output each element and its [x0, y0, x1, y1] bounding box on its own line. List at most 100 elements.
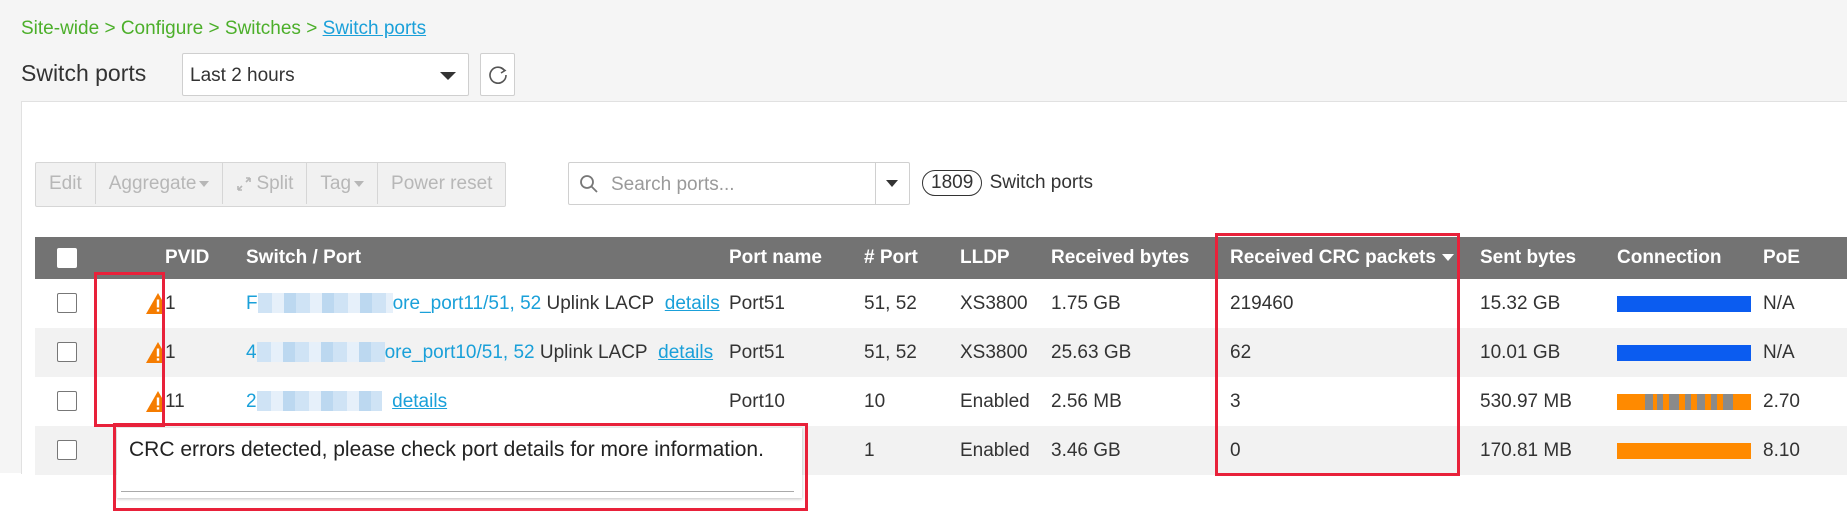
switch-prefix: F: [246, 292, 258, 314]
tag-label: Tag: [320, 173, 352, 194]
warning-icon[interactable]: [145, 292, 165, 315]
crc-warning-tooltip: CRC errors detected, please check port d…: [117, 428, 802, 498]
port-name-cell: Port51: [729, 328, 864, 377]
switch-port-link[interactable]: 2: [246, 391, 382, 412]
received-bytes-cell: 1.75 GB: [1051, 279, 1230, 328]
received-bytes-cell: 2.56 MB: [1051, 377, 1230, 426]
warning-icon[interactable]: [145, 390, 165, 413]
connection-cell: [1617, 328, 1763, 377]
port-number-cell: 1: [864, 426, 960, 475]
breadcrumb-current[interactable]: Switch ports: [323, 18, 426, 39]
received-bytes-cell: 3.46 GB: [1051, 426, 1230, 475]
column-header-received-bytes[interactable]: Received bytes: [1051, 237, 1230, 279]
row-checkbox[interactable]: [57, 293, 77, 314]
column-header-pvid[interactable]: PVID: [165, 237, 246, 279]
port-number-cell: 10: [864, 377, 960, 426]
table-row[interactable]: 1 Fore_port11/51, 52 Uplink LACP details…: [35, 279, 1847, 328]
port-actions-toolbar: Edit Aggregate Split Tag Power reset: [35, 162, 507, 207]
aggregate-button[interactable]: Aggregate: [96, 163, 224, 204]
lldp-cell: Enabled: [960, 377, 1051, 426]
column-header-switch-port[interactable]: Switch / Port: [246, 237, 729, 279]
column-header-sent-bytes[interactable]: Sent bytes: [1480, 237, 1617, 279]
switch-prefix: 2: [246, 390, 257, 412]
dropdown-caret-icon: [354, 180, 365, 187]
switch-port-cell: 2 details: [246, 377, 729, 426]
time-range-value: Last 2 hours: [190, 65, 295, 86]
port-name-cell: Port10: [729, 377, 864, 426]
sort-descending-icon: [1441, 254, 1454, 262]
sent-bytes-cell: 15.32 GB: [1480, 279, 1617, 328]
received-crc-cell: 62: [1230, 328, 1480, 377]
power-reset-button[interactable]: Power reset: [378, 163, 505, 204]
breadcrumb-separator: >: [104, 18, 116, 39]
connection-bar: [1617, 344, 1751, 361]
row-checkbox[interactable]: [57, 391, 77, 412]
details-link[interactable]: details: [392, 391, 447, 412]
status-header: [100, 237, 165, 279]
port-name-cell: Port51: [729, 279, 864, 328]
sent-bytes-cell: 10.01 GB: [1480, 328, 1617, 377]
pvid-cell: 1: [165, 279, 246, 328]
warning-icon[interactable]: [145, 341, 165, 364]
redacted-switch-name: [257, 293, 393, 314]
connection-cell: [1617, 426, 1763, 475]
table-header-row: PVID Switch / Port Port name # Port LLDP…: [35, 237, 1847, 279]
tag-button[interactable]: Tag: [307, 163, 379, 204]
connection-cell: [1617, 377, 1763, 426]
lldp-cell: XS3800: [960, 328, 1051, 377]
table-row[interactable]: 1 4 ore_port10/51, 52 Uplink LACP details…: [35, 328, 1847, 377]
page-title: Switch ports: [21, 60, 147, 86]
breadcrumb-item-switches[interactable]: Switches: [225, 18, 301, 39]
switch-port-link[interactable]: 4 ore_port10/51, 52: [246, 342, 535, 363]
column-header-port-number[interactable]: # Port: [864, 237, 960, 279]
switch-port-cell: 4 ore_port10/51, 52 Uplink LACP details: [246, 328, 729, 377]
breadcrumb-item-configure[interactable]: Configure: [121, 18, 203, 39]
breadcrumb-item-site-wide[interactable]: Site-wide: [21, 18, 99, 39]
sent-bytes-cell: 170.81 MB: [1480, 426, 1617, 475]
refresh-button[interactable]: [480, 53, 515, 96]
edit-label: Edit: [49, 173, 82, 194]
table-row[interactable]: 11 2 details Port10 10 Enabled 2.56 MB 3…: [35, 377, 1847, 426]
port-count-badge: 1809: [922, 170, 983, 196]
column-header-lldp[interactable]: LLDP: [960, 237, 1051, 279]
column-header-poe[interactable]: PoE: [1763, 237, 1847, 279]
port-number-cell: 51, 52: [864, 328, 960, 377]
switch-port-name: ore_port10/51, 52: [384, 341, 535, 363]
details-link[interactable]: details: [665, 293, 720, 314]
lldp-cell: XS3800: [960, 279, 1051, 328]
edit-button[interactable]: Edit: [36, 163, 96, 204]
column-header-received-crc[interactable]: Received CRC packets: [1230, 237, 1480, 279]
split-button[interactable]: Split: [223, 163, 308, 204]
switch-port-link[interactable]: Fore_port11/51, 52: [246, 293, 541, 314]
tooltip-divider: [121, 491, 794, 492]
lldp-cell: Enabled: [960, 426, 1051, 475]
row-checkbox[interactable]: [57, 440, 77, 461]
port-description: Uplink LACP: [541, 292, 655, 314]
port-count-label: Switch ports: [989, 172, 1094, 193]
received-crc-cell: 0: [1230, 426, 1480, 475]
breadcrumb-separator: >: [208, 18, 220, 39]
select-all-cell: [35, 237, 100, 279]
search-filter-dropdown[interactable]: [875, 163, 909, 204]
time-range-select[interactable]: Last 2 hours: [182, 53, 469, 96]
details-link[interactable]: details: [658, 342, 713, 363]
row-checkbox[interactable]: [57, 342, 77, 363]
port-count: 1809 Switch ports: [922, 170, 1093, 196]
column-header-port-name[interactable]: Port name: [729, 237, 864, 279]
pvid-cell: 1: [165, 328, 246, 377]
port-number-cell: 51, 52: [864, 279, 960, 328]
chevron-down-icon: [440, 72, 456, 80]
poe-cell: 8.10: [1763, 426, 1847, 475]
chevron-down-icon: [886, 180, 898, 187]
switch-port-cell: Fore_port11/51, 52 Uplink LACP details: [246, 279, 729, 328]
select-all-checkbox[interactable]: [57, 247, 77, 268]
connection-bar: [1617, 393, 1751, 410]
column-header-connection[interactable]: Connection: [1617, 237, 1763, 279]
aggregate-label: Aggregate: [108, 173, 197, 194]
search-input[interactable]: [609, 171, 863, 199]
connection-cell: [1617, 279, 1763, 328]
status-cell: [100, 279, 165, 328]
redacted-switch-name: [256, 342, 385, 363]
port-description: Uplink LACP: [534, 341, 648, 363]
connection-bar: [1617, 442, 1751, 459]
